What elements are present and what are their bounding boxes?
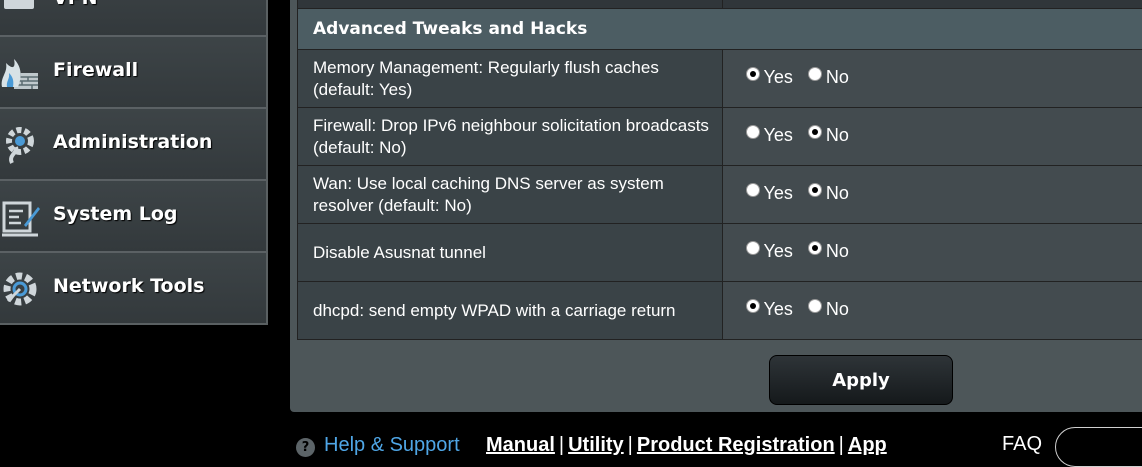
setting-options: Yes No: [722, 224, 1142, 282]
sidebar-item-label: System Log: [53, 203, 178, 225]
faq-search-input[interactable]: [1055, 427, 1142, 467]
apply-button[interactable]: Apply: [769, 355, 953, 405]
faq-label: FAQ: [1002, 433, 1042, 456]
manual-link[interactable]: Manual: [486, 434, 555, 456]
app-link[interactable]: App: [848, 434, 887, 456]
link-separator: |: [839, 434, 844, 456]
sidebar-item-firewall[interactable]: Firewall: [0, 37, 266, 109]
setting-options: Yes No: [722, 166, 1142, 224]
table-row: dhcpd: send empty WPAD with a carriage r…: [298, 282, 1142, 340]
drop-ipv6-ns-no-radio[interactable]: No: [808, 125, 849, 146]
administration-icon: [0, 123, 42, 167]
asusnat-tunnel-yes-radio[interactable]: Yes: [746, 241, 793, 262]
setting-label: Disable Asusnat tunnel: [298, 224, 723, 282]
table-row: Disable Asusnat tunnel Yes No: [298, 224, 1142, 282]
table-row: Wan: Use local caching DNS server as sys…: [298, 166, 1142, 224]
setting-label: Memory Management: Regularly flush cache…: [298, 50, 723, 108]
help-icon: ?: [296, 438, 315, 457]
sidebar: VPN Firewall Administration System Log: [0, 0, 268, 325]
vpn-icon: [0, 0, 42, 23]
setting-label: dhcpd: send empty WPAD with a carriage r…: [298, 282, 723, 340]
sidebar-item-network-tools[interactable]: Network Tools: [0, 253, 266, 323]
firewall-icon: [0, 51, 42, 95]
setting-options: Yes No: [722, 50, 1142, 108]
local-dns-resolver-no-radio[interactable]: No: [808, 183, 849, 204]
utility-link[interactable]: Utility: [568, 434, 624, 456]
memory-management-no-radio[interactable]: No: [808, 67, 849, 88]
product-registration-link[interactable]: Product Registration: [637, 434, 835, 456]
sidebar-item-system-log[interactable]: System Log: [0, 181, 266, 253]
advanced-tweaks-table: Advanced Tweaks and Hacks Memory Managem…: [297, 0, 1142, 340]
help-support-link[interactable]: Help & Support: [324, 434, 460, 457]
drop-ipv6-ns-yes-radio[interactable]: Yes: [746, 125, 793, 146]
system-log-icon: [0, 195, 42, 239]
network-tools-icon: [0, 267, 42, 311]
asusnat-tunnel-no-radio[interactable]: No: [808, 241, 849, 262]
link-separator: |: [628, 434, 633, 456]
setting-label: Wan: Use local caching DNS server as sys…: [298, 166, 723, 224]
empty-wpad-yes-radio[interactable]: Yes: [746, 299, 793, 320]
sidebar-item-label: Network Tools: [53, 275, 204, 297]
setting-label: Firewall: Drop IPv6 neighbour solicitati…: [298, 108, 723, 166]
setting-options: Yes No: [722, 282, 1142, 340]
link-separator: |: [559, 434, 564, 456]
sidebar-item-label: Firewall: [53, 59, 138, 81]
empty-wpad-no-radio[interactable]: No: [808, 299, 849, 320]
memory-management-yes-radio[interactable]: Yes: [746, 67, 793, 88]
sidebar-item-vpn[interactable]: VPN: [0, 0, 266, 37]
section-title: Advanced Tweaks and Hacks: [298, 9, 1142, 50]
footer: ? Help & Support Manual|Utility|Product …: [0, 433, 1142, 463]
sidebar-item-label: VPN: [53, 0, 98, 9]
table-row: Firewall: Drop IPv6 neighbour solicitati…: [298, 108, 1142, 166]
footer-links: Manual|Utility|Product Registration|App: [486, 434, 887, 457]
table-row: Memory Management: Regularly flush cache…: [298, 50, 1142, 108]
local-dns-resolver-yes-radio[interactable]: Yes: [746, 183, 793, 204]
sidebar-item-label: Administration: [53, 131, 212, 153]
sidebar-item-administration[interactable]: Administration: [0, 109, 266, 181]
setting-options: Yes No: [722, 108, 1142, 166]
